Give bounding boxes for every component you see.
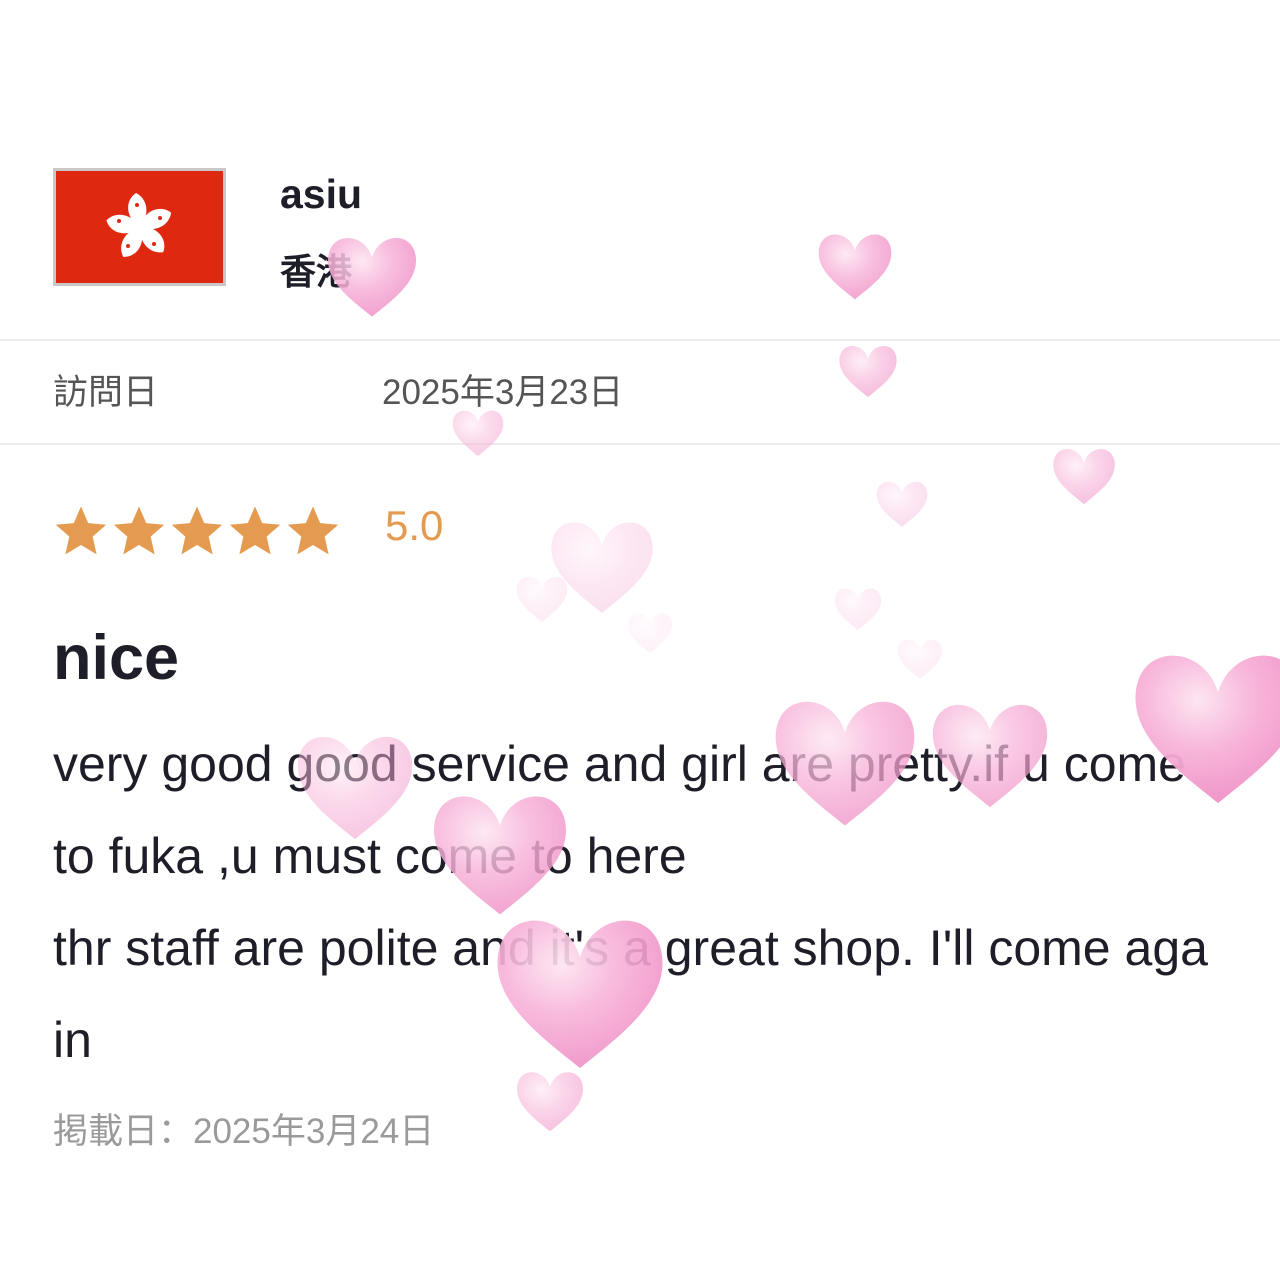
divider-top [0,339,1280,341]
star-icon [287,506,339,555]
review-title: nice [53,623,180,693]
visit-date-value: 2025年3月23日 [382,373,624,412]
review-body: very good good service and girl are pret… [53,736,1208,1068]
reviewer-header: asiu 香港 [0,0,1280,340]
visit-date-label: 訪問日 [53,373,159,412]
heart-icon [516,576,568,622]
reviewer-region: 香港 [280,251,353,292]
reviewer-name: asiu [280,171,363,217]
star-icon [229,506,281,555]
heart-icon [876,481,928,527]
heart-icon [834,588,882,630]
visit-date-row: 訪問日 2025年3月23日 [0,342,1280,444]
star-rating [53,503,343,559]
heart-icon [551,522,653,613]
star-icon [171,506,223,555]
rating-score: 5.0 [385,502,444,549]
posted-date: 掲載日：2025年3月24日 [53,1112,435,1151]
star-icon [113,506,165,555]
hong-kong-flag-icon [53,168,226,286]
divider-bottom [0,443,1280,445]
star-icon [55,506,107,555]
heart-icon [898,639,942,679]
heart-icon [1053,449,1115,505]
heart-icon [628,613,672,653]
